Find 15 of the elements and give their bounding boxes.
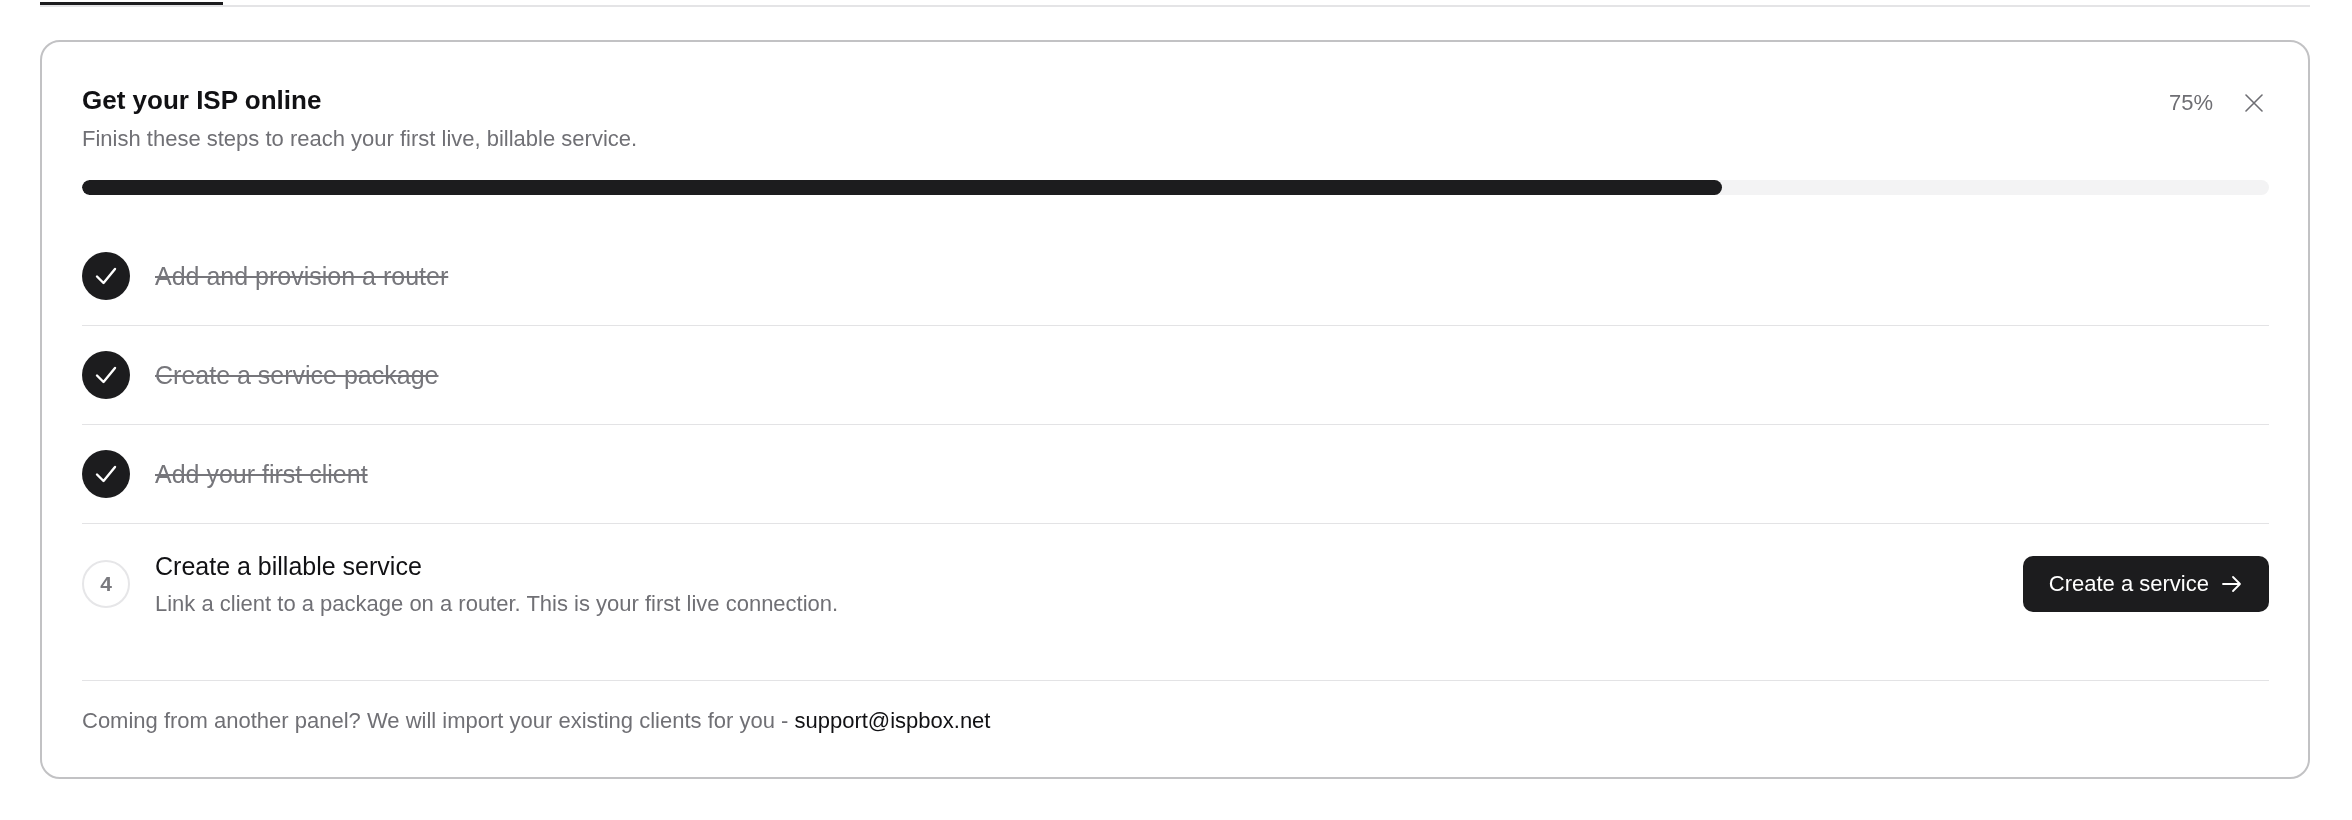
step-title: Add your first client (155, 459, 369, 490)
card-subtitle: Finish these steps to reach your first live, billable service. (82, 125, 638, 153)
step-title: Create a service package (155, 360, 440, 391)
email-link[interactable]: support@ispbox.net (794, 708, 991, 733)
footer-note: Coming from another panel? We will import your existing clients for you - support@ispbox.net (82, 707, 992, 735)
close-button[interactable] (2245, 94, 2263, 112)
step-description: Link a client to a package on a router. This is your first live connection. (155, 590, 840, 618)
card-title: Get your ISP online (82, 84, 323, 116)
step-title: Create a billable service (155, 551, 423, 582)
create-service-button[interactable]: Create a service (2022, 556, 2269, 612)
arrow-right-icon (2221, 573, 2243, 595)
step-title: Add and provision a router (155, 261, 450, 292)
step-number: 4 (82, 560, 130, 608)
progress-percent: 75% (2168, 89, 2213, 117)
close-icon (2245, 94, 2263, 112)
